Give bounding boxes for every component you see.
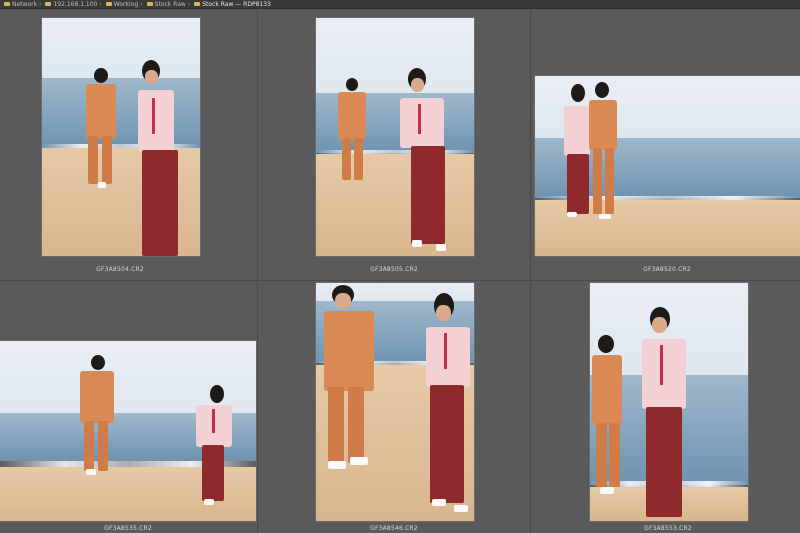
- breadcrumb-label: Stock Raw — RDP8133: [202, 0, 271, 8]
- photo-thumbnail[interactable]: [0, 340, 257, 522]
- thumbnail-cell[interactable]: GF3A8535.CR2: [0, 281, 257, 533]
- thumbnail-filename: GF3A8520.CR2: [643, 266, 691, 273]
- chevron-right-icon: ›: [99, 0, 102, 8]
- thumbnail-filename: GF3A8504.CR2: [96, 266, 144, 273]
- photo-thumbnail[interactable]: [315, 17, 475, 257]
- breadcrumb-label: Working: [113, 0, 139, 8]
- thumbnail-filename: GF3A8505.CR2: [370, 266, 418, 273]
- breadcrumb-label: Stock Raw: [154, 0, 186, 8]
- thumbnail-cell[interactable]: GF3A8553.CR2: [531, 281, 800, 533]
- folder-icon: [194, 2, 201, 6]
- breadcrumb-server[interactable]: 192.168.1.100 ›: [45, 0, 102, 8]
- breadcrumb-label: Network: [12, 0, 38, 8]
- thumbnail-filename: GF3A8535.CR2: [104, 525, 152, 532]
- chevron-right-icon: ›: [187, 0, 191, 8]
- breadcrumb-working[interactable]: Working ›: [105, 0, 143, 8]
- breadcrumb-label: 192.168.1.100: [53, 0, 98, 8]
- thumbnail-cell[interactable]: GF3A8520.CR2: [531, 10, 800, 280]
- thumbnail-filename: GF3A8553.CR2: [644, 525, 692, 532]
- path-bar: Network › 192.168.1.100 › Working › Stoc…: [0, 0, 800, 9]
- folder-icon: [4, 2, 10, 6]
- photo-thumbnail[interactable]: [41, 17, 201, 257]
- thumbnail-cell[interactable]: GF3A8546.CR2: [258, 281, 530, 533]
- folder-icon: [146, 2, 153, 6]
- thumbnail-cell[interactable]: GF3A8504.CR2: [0, 10, 257, 280]
- thumbnail-cell[interactable]: GF3A8505.CR2: [258, 10, 530, 280]
- breadcrumb-network[interactable]: Network ›: [4, 1, 41, 8]
- folder-icon: [105, 2, 112, 6]
- breadcrumb-stock-raw[interactable]: Stock Raw ›: [146, 0, 191, 8]
- folder-icon: [45, 2, 52, 6]
- photo-thumbnail[interactable]: [589, 282, 749, 522]
- chevron-right-icon: ›: [39, 0, 42, 8]
- chevron-right-icon: ›: [140, 0, 143, 8]
- thumbnail-filename: GF3A8546.CR2: [370, 525, 418, 532]
- content-grid: GF3A8504.CR2 GF3A8505.CR2 GF3A8520.CR2 G…: [0, 10, 800, 533]
- breadcrumb-current[interactable]: Stock Raw — RDP8133: [194, 1, 271, 8]
- photo-thumbnail[interactable]: [315, 282, 475, 522]
- photo-thumbnail[interactable]: [534, 75, 800, 257]
